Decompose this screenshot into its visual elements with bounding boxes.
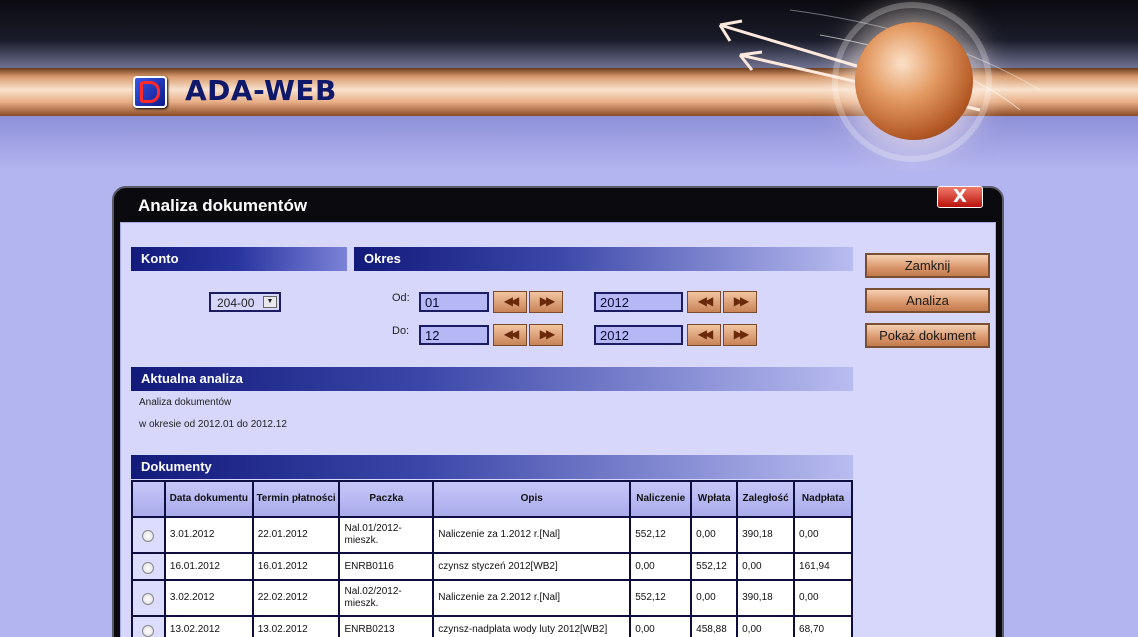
cell: Nal.02/2012-mieszk. — [338, 579, 435, 617]
close-button[interactable]: X — [937, 186, 983, 208]
konto-header: Konto — [131, 247, 347, 271]
cell: 552,12 — [629, 579, 693, 617]
do-label: Do: — [392, 325, 410, 337]
row-select-cell — [131, 615, 166, 637]
cell: 13.02.2012 — [163, 615, 254, 637]
prev-arrow-icon[interactable]: ◀◀ — [687, 291, 721, 313]
pokaz-dokument-button[interactable]: Pokaż dokument — [865, 323, 990, 348]
next-arrow-icon[interactable]: ▶▶ — [529, 291, 563, 313]
do-month-nav: ◀◀ ▶▶ — [493, 324, 563, 346]
next-arrow-icon[interactable]: ▶▶ — [723, 291, 757, 313]
cell: 0,00 — [793, 579, 853, 617]
col-opis[interactable]: Opis — [432, 480, 632, 518]
col-select — [131, 480, 166, 518]
header-banner: ADA-WEB — [0, 0, 1138, 170]
analiza-line-2: w okresie od 2012.01 do 2012.12 — [139, 419, 287, 430]
konto-selected-value: 204-00 — [217, 296, 255, 310]
dialog-title: Analiza dokumentów — [138, 196, 308, 215]
cell: Nal.01/2012-mieszk. — [338, 516, 435, 554]
cell: 0,00 — [629, 615, 693, 637]
od-month-field[interactable]: 01 — [419, 292, 489, 312]
cell: 390,18 — [736, 516, 796, 554]
row-radio[interactable] — [142, 593, 155, 605]
row-select-cell — [131, 552, 166, 581]
chevron-down-icon[interactable]: ▼ — [263, 296, 277, 308]
table-row[interactable]: 3.01.2012 22.01.2012 Nal.01/2012-mieszk.… — [131, 516, 853, 554]
analiza-line-1: Analiza dokumentów — [139, 397, 232, 408]
globe-icon — [855, 22, 973, 140]
cell: 0,00 — [629, 552, 693, 581]
cell: 0,00 — [736, 552, 796, 581]
cell: czynsz-nadpłata wody luty 2012[WB2] — [432, 615, 632, 637]
row-select-cell — [131, 579, 166, 617]
next-arrow-icon[interactable]: ▶▶ — [529, 324, 563, 346]
od-month-nav: ◀◀ ▶▶ — [493, 291, 563, 313]
prev-arrow-icon[interactable]: ◀◀ — [493, 291, 527, 313]
cell: 390,18 — [736, 579, 796, 617]
okres-header: Okres — [354, 247, 853, 271]
col-naliczenie[interactable]: Naliczenie — [629, 480, 693, 518]
dokumenty-header: Dokumenty — [131, 455, 853, 479]
documents-table: Data dokumentu Termin płatności Paczka O… — [131, 480, 853, 637]
cell: 68,70 — [793, 615, 853, 637]
row-select-cell — [131, 516, 166, 554]
col-zaleglosc[interactable]: Zaległość — [736, 480, 796, 518]
cell: 458,88 — [690, 615, 739, 637]
od-year-nav: ◀◀ ▶▶ — [687, 291, 757, 313]
cell: 0,00 — [736, 615, 796, 637]
cell: 3.01.2012 — [163, 516, 254, 554]
cell: 16.01.2012 — [251, 552, 341, 581]
col-paczka[interactable]: Paczka — [338, 480, 435, 518]
next-arrow-icon[interactable]: ▶▶ — [723, 324, 757, 346]
col-nadplata[interactable]: Nadpłata — [793, 480, 853, 518]
cell: 0,00 — [690, 579, 739, 617]
row-radio[interactable] — [142, 624, 155, 637]
cell: 3.02.2012 — [163, 579, 254, 617]
konto-select[interactable]: 204-00 ▼ — [209, 292, 281, 312]
cell: ENRB0213 — [338, 615, 435, 637]
aktualna-analiza-header: Aktualna analiza — [131, 367, 853, 391]
analiza-button[interactable]: Analiza — [865, 288, 990, 313]
table-row[interactable]: 13.02.2012 13.02.2012 ENRB0213 czynsz-na… — [131, 615, 853, 637]
od-label: Od: — [392, 292, 410, 304]
cell: 16.01.2012 — [163, 552, 254, 581]
cell: 552,12 — [629, 516, 693, 554]
table-row[interactable]: 16.01.2012 16.01.2012 ENRB0116 czynsz st… — [131, 552, 853, 581]
row-radio[interactable] — [142, 561, 155, 574]
cell: 13.02.2012 — [251, 615, 341, 637]
cell: 22.01.2012 — [251, 516, 341, 554]
do-year-field[interactable]: 2012 — [594, 325, 683, 345]
cell: Naliczenie za 1.2012 r.[Nal] — [432, 516, 632, 554]
cell: 161,94 — [793, 552, 853, 581]
app-title: ADA-WEB — [185, 74, 337, 107]
prev-arrow-icon[interactable]: ◀◀ — [687, 324, 721, 346]
ada-logo-icon — [133, 76, 167, 108]
cell: 0,00 — [793, 516, 853, 554]
cell: 0,00 — [690, 516, 739, 554]
cell: ENRB0116 — [338, 552, 435, 581]
row-radio[interactable] — [142, 530, 155, 542]
do-month-field[interactable]: 12 — [419, 325, 489, 345]
prev-arrow-icon[interactable]: ◀◀ — [493, 324, 527, 346]
col-termin-platnosci[interactable]: Termin płatności — [251, 480, 341, 518]
table-row[interactable]: 3.02.2012 22.02.2012 Nal.02/2012-mieszk.… — [131, 579, 853, 617]
col-data-dokumentu[interactable]: Data dokumentu — [163, 480, 254, 518]
od-year-field[interactable]: 2012 — [594, 292, 683, 312]
do-year-nav: ◀◀ ▶▶ — [687, 324, 757, 346]
cell: 22.02.2012 — [251, 579, 341, 617]
zamknij-button[interactable]: Zamknij — [865, 253, 990, 278]
cell: 552,12 — [690, 552, 739, 581]
cell: Naliczenie za 2.2012 r.[Nal] — [432, 579, 632, 617]
cell: czynsz styczeń 2012[WB2] — [432, 552, 632, 581]
col-wplata[interactable]: Wpłata — [690, 480, 739, 518]
table-header-row: Data dokumentu Termin płatności Paczka O… — [131, 480, 853, 518]
